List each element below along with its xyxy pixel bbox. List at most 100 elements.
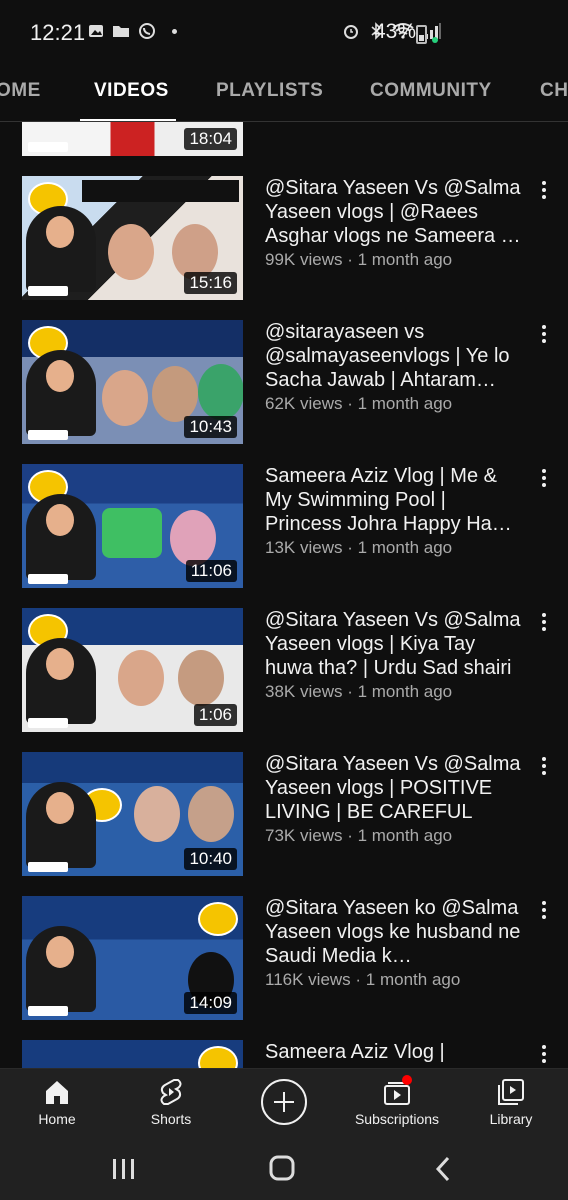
- video-item[interactable]: 11:06 Sameera Aziz Vlog | Me & My Swimmi…: [0, 464, 568, 588]
- youtube-logo-icon: [28, 142, 68, 152]
- video-duration: 1:06: [193, 704, 237, 726]
- tab-channels[interactable]: CH: [540, 80, 568, 102]
- thumbnail-face: [170, 510, 216, 566]
- video-thumbnail[interactable]: [22, 1040, 243, 1068]
- thumbnail-face: [198, 364, 243, 420]
- subscriptions-icon: [382, 1075, 412, 1107]
- video-title[interactable]: @Sitara Yaseen Vs @Salma Yaseen vlogs | …: [265, 608, 527, 680]
- thumbnail-face: [46, 216, 74, 248]
- video-duration: 10:40: [184, 848, 237, 870]
- more-options-icon[interactable]: [538, 756, 550, 776]
- nav-subscriptions[interactable]: Subscriptions: [347, 1075, 447, 1127]
- alarm-icon: [344, 25, 358, 39]
- recent-apps-icon[interactable]: [104, 1154, 144, 1184]
- video-meta: 116K views · 1 month ago: [265, 970, 461, 989]
- notification-dot-icon: [402, 1075, 412, 1085]
- video-views: 62K views: [265, 394, 343, 413]
- thumbnail-face: [102, 370, 148, 426]
- video-views: 38K views: [265, 682, 343, 701]
- video-thumbnail[interactable]: 10:40: [22, 752, 243, 876]
- video-meta: 13K views · 1 month ago: [265, 538, 453, 557]
- video-duration: 18:04: [184, 128, 237, 150]
- video-thumbnail[interactable]: 15:16: [22, 176, 243, 300]
- video-item[interactable]: 18:04: [0, 122, 568, 156]
- thumbnail-face: [134, 786, 180, 842]
- video-age: 1 month ago: [357, 538, 453, 557]
- thumbnail-face: [108, 224, 154, 280]
- battery-icon: [416, 25, 427, 44]
- video-thumbnail[interactable]: 11:06: [22, 464, 243, 588]
- video-meta: 62K views · 1 month ago: [265, 394, 453, 413]
- video-duration: 10:43: [184, 416, 237, 438]
- more-options-icon[interactable]: [538, 324, 550, 344]
- tab-videos[interactable]: VIDEOS: [94, 80, 169, 102]
- video-title[interactable]: Sameera Aziz Vlog |: [265, 1040, 527, 1064]
- status-bar: 12:21 43%: [0, 0, 568, 68]
- more-notifications-dot-icon: [172, 28, 177, 34]
- thumbnail-face: [46, 792, 74, 824]
- youtube-logo-icon: [28, 430, 68, 440]
- create-button[interactable]: [261, 1079, 307, 1125]
- gallery-icon: [89, 25, 103, 37]
- more-options-icon[interactable]: [538, 1044, 550, 1064]
- privacy-indicator-icon: [432, 37, 438, 43]
- video-item[interactable]: Sameera Aziz Vlog |: [0, 1040, 568, 1068]
- home-icon: [42, 1077, 72, 1107]
- nav-library[interactable]: Library: [461, 1077, 561, 1127]
- video-age: 1 month ago: [365, 970, 461, 989]
- video-thumbnail[interactable]: 10:43: [22, 320, 243, 444]
- video-title[interactable]: Sameera Aziz Vlog | Me & My Swimming Poo…: [265, 464, 527, 536]
- back-icon[interactable]: [424, 1154, 464, 1184]
- whatsapp-icon: [139, 23, 155, 39]
- thumbnail-pool: [102, 508, 162, 558]
- more-options-icon[interactable]: [538, 468, 550, 488]
- video-title[interactable]: @sitarayaseen vs @salmayaseenvlogs | Ye …: [265, 320, 527, 392]
- more-options-icon[interactable]: [538, 180, 550, 200]
- video-views: 99K views: [265, 250, 343, 269]
- video-age: 1 month ago: [357, 826, 453, 845]
- video-item[interactable]: 14:09 @Sitara Yaseen ko @Salma Yaseen vl…: [0, 896, 568, 1020]
- nav-home-label: Home: [38, 1111, 76, 1127]
- video-item[interactable]: 10:40 @Sitara Yaseen Vs @Salma Yaseen vl…: [0, 752, 568, 876]
- thumbnail-face: [46, 648, 74, 680]
- status-time: 12:21: [30, 20, 86, 45]
- home-button-icon[interactable]: [262, 1154, 302, 1184]
- notification-icons: [88, 22, 177, 40]
- video-thumbnail[interactable]: 18:04: [22, 122, 243, 156]
- video-duration: 15:16: [184, 272, 237, 294]
- nav-home[interactable]: Home: [7, 1077, 107, 1127]
- youtube-logo-icon: [28, 718, 68, 728]
- tab-home[interactable]: OME: [0, 80, 41, 102]
- video-title[interactable]: @Sitara Yaseen Vs @Salma Yaseen vlogs | …: [265, 176, 527, 248]
- youtube-logo-icon: [28, 286, 68, 296]
- video-thumbnail[interactable]: 1:06: [22, 608, 243, 732]
- system-navigation-bar: [0, 1140, 568, 1200]
- bottom-navigation: Home Shorts Subscriptions Library: [0, 1068, 568, 1140]
- video-title[interactable]: @Sitara Yaseen Vs @Salma Yaseen vlogs | …: [265, 752, 527, 824]
- active-tab-indicator: [80, 119, 176, 121]
- video-duration: 11:06: [185, 560, 237, 582]
- shorts-icon: [156, 1077, 186, 1107]
- video-views: 73K views: [265, 826, 343, 845]
- tab-playlists[interactable]: PLAYLISTS: [216, 80, 323, 102]
- video-thumbnail[interactable]: 14:09: [22, 896, 243, 1020]
- channel-tabs: OME VIDEOS PLAYLISTS COMMUNITY CH: [0, 68, 568, 122]
- video-meta: 99K views · 1 month ago: [265, 250, 453, 269]
- video-meta: 73K views · 1 month ago: [265, 826, 453, 845]
- video-views: 116K views: [265, 970, 351, 989]
- video-list: 18:04 15:16 @Sitara Yaseen Vs @Salma Yas…: [0, 122, 568, 1068]
- video-item[interactable]: 10:43 @sitarayaseen vs @salmayaseenvlogs…: [0, 320, 568, 444]
- more-options-icon[interactable]: [538, 612, 550, 632]
- tab-community[interactable]: COMMUNITY: [370, 80, 492, 102]
- video-item[interactable]: 15:16 @Sitara Yaseen Vs @Salma Yaseen vl…: [0, 176, 568, 300]
- youtube-logo-icon: [28, 862, 68, 872]
- battery-percent: 43%: [374, 20, 417, 43]
- thumbnail-face: [46, 504, 74, 536]
- video-duration: 14:09: [184, 992, 237, 1014]
- video-meta: 38K views · 1 month ago: [265, 682, 453, 701]
- more-options-icon[interactable]: [538, 900, 550, 920]
- nav-shorts[interactable]: Shorts: [121, 1077, 221, 1127]
- video-title[interactable]: @Sitara Yaseen ko @Salma Yaseen vlogs ke…: [265, 896, 527, 968]
- video-item[interactable]: 1:06 @Sitara Yaseen Vs @Salma Yaseen vlo…: [0, 608, 568, 732]
- thumbnail-face: [46, 360, 74, 392]
